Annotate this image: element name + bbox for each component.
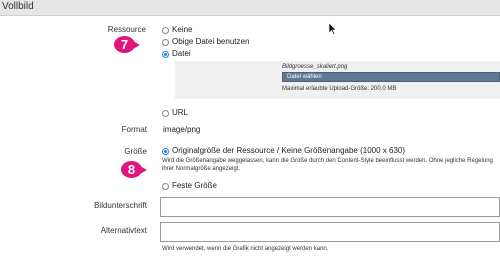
- radio-originalgroesse-label[interactable]: Originalgröße der Ressource / Keine Größ…: [172, 146, 405, 155]
- bildunterschrift-input[interactable]: [160, 197, 500, 217]
- section-title: Vollbild: [2, 1, 34, 12]
- radio-keine[interactable]: [162, 27, 169, 34]
- groesse-help-text-2: ihrer Normalgröße angezeigt.: [162, 166, 241, 172]
- radio-datei[interactable]: [162, 51, 169, 58]
- radio-keine-label[interactable]: Keine: [172, 25, 192, 34]
- radio-obige-datei-label[interactable]: Obige Datei benutzen: [172, 37, 249, 46]
- file-name: Bildgroesse_skaliert.png: [282, 64, 348, 70]
- format-label: Format: [121, 125, 147, 134]
- alternativtext-input[interactable]: [160, 222, 500, 242]
- ressource-label: Ressource: [107, 25, 146, 34]
- radio-url-label[interactable]: URL: [172, 108, 188, 117]
- radio-url[interactable]: [162, 110, 169, 117]
- choose-file-button[interactable]: Datei wählen: [282, 72, 500, 82]
- step-badge-7: 7: [114, 36, 140, 53]
- radio-feste-groesse[interactable]: [162, 183, 169, 190]
- mouse-cursor-icon: [329, 23, 337, 35]
- radio-obige-datei[interactable]: [162, 39, 169, 46]
- bildunterschrift-label: Bildunterschrift: [94, 201, 147, 210]
- step-badge-8: 8: [121, 161, 147, 178]
- radio-feste-groesse-label[interactable]: Feste Größe: [172, 181, 217, 190]
- alternativtext-label: Alternativtext: [100, 226, 147, 235]
- radio-datei-label[interactable]: Datei: [172, 49, 191, 58]
- upload-size-hint: Maximal erlaubte Upload-Größe: 200.0 MB: [282, 86, 397, 92]
- radio-originalgroesse[interactable]: [162, 148, 169, 155]
- groesse-label: Größe: [124, 147, 147, 156]
- section-header: Vollbild: [0, 0, 500, 16]
- choose-file-button-label: Datei wählen: [287, 74, 322, 80]
- groesse-help-text-1: Wird die Größenangabe weggelassen, kann …: [162, 158, 493, 164]
- alternativtext-hint: Wird verwendet, wenn die Grafik nicht an…: [162, 246, 329, 252]
- format-value: image/png: [163, 125, 201, 134]
